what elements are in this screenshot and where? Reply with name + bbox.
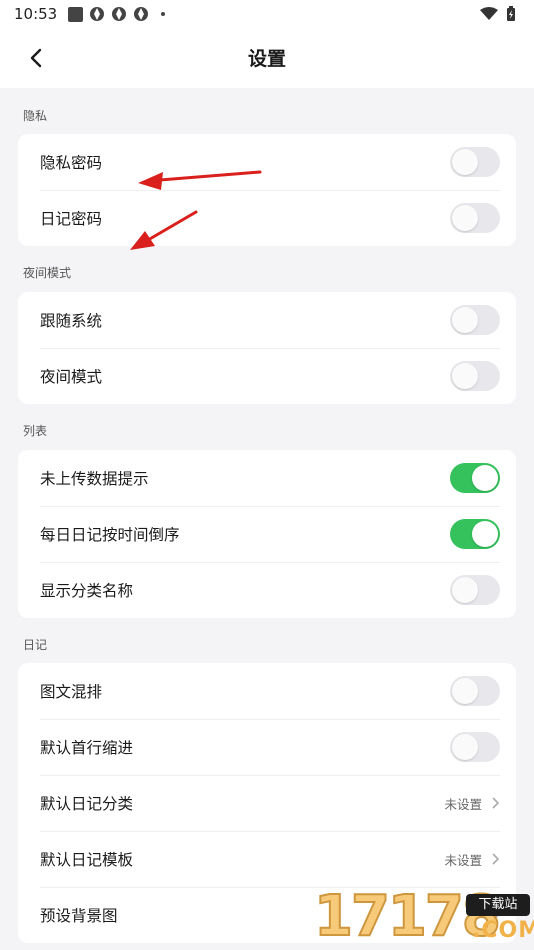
row-show-category-name[interactable]: 显示分类名称 [18,562,516,618]
row-value: 未设置 [444,796,482,812]
chevron-right-icon [492,797,500,809]
row-label: 默认日记分类 [40,795,134,813]
page-title: 设置 [247,48,286,70]
row-value: 未设置 [444,852,482,868]
status-bar: 10:53 [0,0,534,28]
row-night-mode[interactable]: 夜间模式 [18,348,516,404]
wifi-icon [480,7,498,20]
row-default-template[interactable]: 默认日记模板 未设置 [18,831,516,887]
battery-icon [507,6,515,21]
privacy-password-toggle[interactable] [450,147,500,177]
row-privacy-password[interactable]: 隐私密码 [18,134,516,190]
aperture-icon [112,7,126,21]
toggle-knob [452,734,478,760]
follow-system-toggle[interactable] [450,305,500,335]
section-label-list: 列表 [23,424,48,438]
row-label: 默认日记模板 [40,851,134,869]
privacy-card: 隐私密码 日记密码 [18,134,516,246]
row-label: 显示分类名称 [40,582,134,600]
toggle-knob [452,363,478,389]
watermark-badge: 下载站 [466,894,530,916]
toggle-knob [452,577,478,603]
row-default-category[interactable]: 默认日记分类 未设置 [18,775,516,831]
list-card: 未上传数据提示 每日日记按时间倒序 显示分类名称 [18,450,516,618]
mixed-layout-toggle[interactable] [450,676,500,706]
status-time: 10:53 [14,5,58,23]
aperture-icon [90,7,104,21]
top-app-bar: 设置 [0,28,534,88]
more-notifications-icon [161,12,165,16]
aperture-icon [134,7,148,21]
row-label: 默认首行缩进 [40,739,134,757]
row-label: 隐私密码 [40,154,103,172]
night-mode-card: 跟随系统 夜间模式 [18,292,516,404]
row-label: 未上传数据提示 [40,470,149,488]
toggle-knob [472,465,498,491]
first-line-indent-toggle[interactable] [450,732,500,762]
chevron-right-icon [492,853,500,865]
row-label: 夜间模式 [40,368,103,386]
row-first-line-indent[interactable]: 默认首行缩进 [18,719,516,775]
toggle-knob [452,149,478,175]
unuploaded-hint-toggle[interactable] [450,463,500,493]
night-mode-toggle[interactable] [450,361,500,391]
row-diary-password[interactable]: 日记密码 [18,190,516,246]
row-label: 跟随系统 [40,312,103,330]
watermark-domain: .COM [472,918,534,943]
show-category-name-toggle[interactable] [450,575,500,605]
row-label: 每日日记按时间倒序 [40,526,180,544]
row-mixed-layout[interactable]: 图文混排 [18,663,516,719]
row-reverse-order[interactable]: 每日日记按时间倒序 [18,506,516,562]
row-label: 日记密码 [40,210,103,228]
notification-icons [68,6,165,22]
row-label: 图文混排 [40,683,103,701]
diary-password-toggle[interactable] [450,203,500,233]
toggle-knob [452,678,478,704]
row-unuploaded-hint[interactable]: 未上传数据提示 [18,450,516,506]
section-label-privacy: 隐私 [23,109,48,123]
app-notification-icon [68,6,83,22]
toggle-knob [472,521,498,547]
section-label-diary: 日记 [23,638,48,652]
system-icons [480,6,516,22]
toggle-knob [452,205,478,231]
section-label-night-mode: 夜间模式 [23,266,72,280]
reverse-order-toggle[interactable] [450,519,500,549]
row-follow-system[interactable]: 跟随系统 [18,292,516,348]
toggle-knob [452,307,478,333]
